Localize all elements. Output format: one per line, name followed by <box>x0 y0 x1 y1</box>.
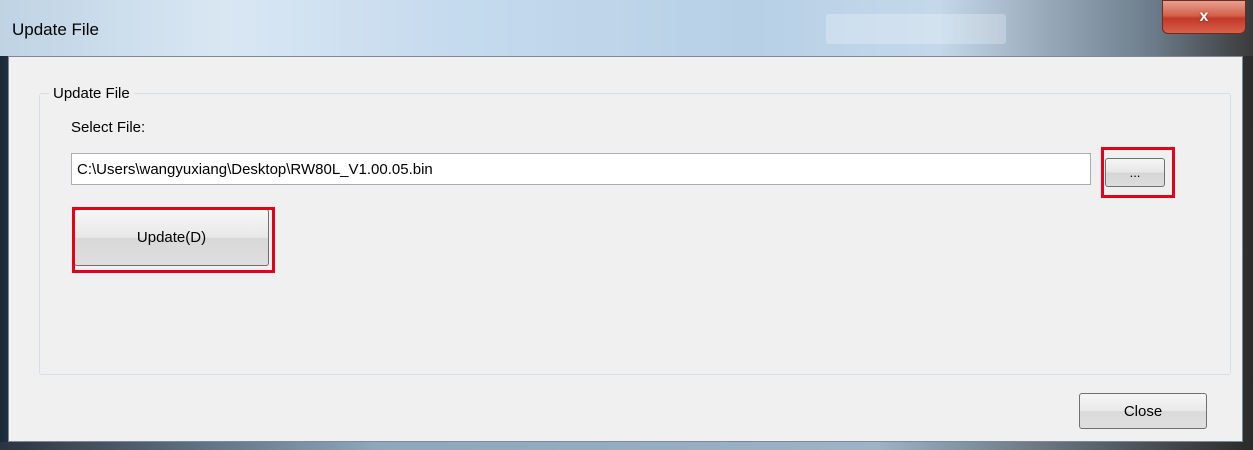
window-bottom-edge <box>0 442 1253 450</box>
select-file-label: Select File: <box>71 119 146 136</box>
close-icon: x <box>1199 8 1209 25</box>
background-ghost <box>826 14 1006 44</box>
close-button[interactable]: Close <box>1079 393 1207 429</box>
dialog-client-area: Update File Select File: ... Update(D) C… <box>8 56 1243 442</box>
browse-highlight-box <box>1101 147 1175 198</box>
window-title: Update File <box>12 20 99 39</box>
title-bar: Update File x <box>0 0 1253 56</box>
groupbox-label: Update File <box>49 85 134 102</box>
file-path-input[interactable] <box>71 153 1091 185</box>
update-file-window: Update File x Update File Select File: .… <box>0 0 1253 450</box>
window-close-button[interactable]: x <box>1162 0 1246 34</box>
update-highlight-box <box>72 207 275 273</box>
